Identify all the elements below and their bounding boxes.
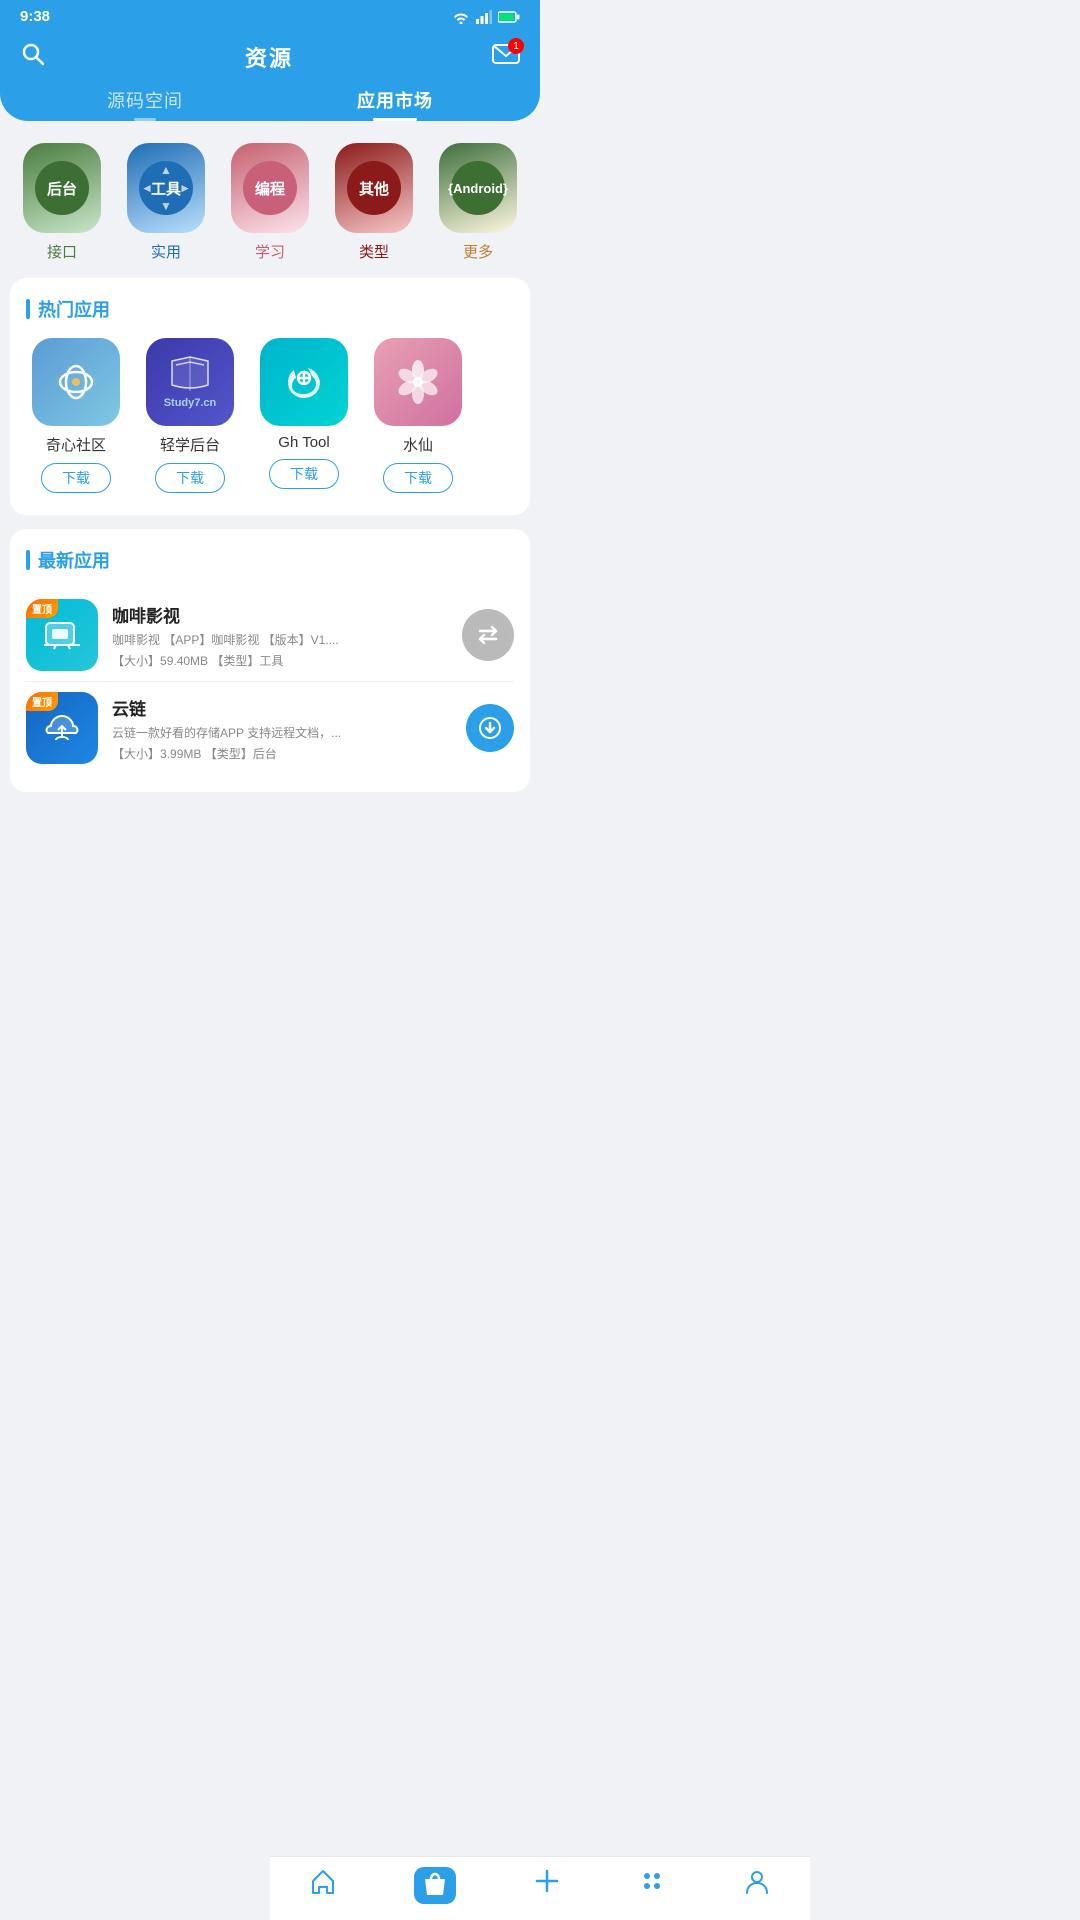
- nav-home[interactable]: [309, 1867, 337, 1904]
- categories-section: 后台 接口 工具 ▲ ▼ ◄ ► 实用 编程: [0, 121, 540, 278]
- app-name-narcissus: 水仙: [403, 434, 433, 455]
- nav-user[interactable]: [743, 1867, 771, 1904]
- top-badge-yunlian: 置顶: [26, 692, 58, 711]
- category-label-prog: 学习: [255, 241, 285, 262]
- download-qixin[interactable]: 下载: [41, 463, 111, 493]
- latest-app-info-kafei: 咖啡影视 咖啡影视 【APP】咖啡影视 【版本】V1.... 【大小】59.40…: [112, 602, 448, 669]
- mail-button[interactable]: 1: [492, 42, 520, 72]
- latest-app-kafei[interactable]: 置顶 咖啡影视 咖啡影视 【APP】咖啡影视 【版本】V1.... 【大小】59…: [26, 589, 514, 682]
- category-other[interactable]: 其他 类型: [329, 143, 419, 262]
- signal-icon: [476, 10, 492, 24]
- latest-app-icon-kafei: 置顶: [26, 599, 98, 671]
- latest-app-desc-yunlian: 云链一款好看的存储APP 支持远程文档，...: [112, 724, 372, 741]
- category-label-more: 更多: [463, 241, 493, 262]
- app-name-study7: 轻学后台: [160, 434, 220, 455]
- latest-app-desc-kafei: 咖啡影视 【APP】咖啡影视 【版本】V1....: [112, 631, 372, 648]
- hot-app-gh-tool[interactable]: Gh Tool 下载: [254, 338, 354, 493]
- nav-apps[interactable]: [638, 1867, 666, 1904]
- title-bar-decoration-2: [26, 550, 30, 570]
- app-icon-qixin: [32, 338, 120, 426]
- app-name-gh-tool: Gh Tool: [278, 434, 329, 451]
- page-title: 资源: [245, 41, 293, 73]
- header: 资源 1 源码空间 应用市场: [0, 31, 540, 121]
- latest-app-meta-kafei: 【大小】59.40MB 【类型】工具: [112, 652, 448, 669]
- tab-source[interactable]: 源码空间: [107, 87, 183, 121]
- hot-app-study7[interactable]: Study7.cn 轻学后台 下载: [140, 338, 240, 493]
- search-button[interactable]: [20, 41, 46, 73]
- mail-badge: 1: [508, 38, 524, 54]
- battery-icon: [498, 11, 520, 23]
- nav-bag[interactable]: [414, 1867, 456, 1904]
- download-study7[interactable]: 下载: [155, 463, 225, 493]
- status-bar: 9:38: [0, 0, 540, 31]
- app-icon-study7: Study7.cn: [146, 338, 234, 426]
- category-label-other: 类型: [359, 241, 389, 262]
- app-icon-gh-tool: [260, 338, 348, 426]
- hot-apps-list: 奇心社区 下载 Study7.cn 轻学后台 下载: [26, 338, 514, 497]
- hot-app-qixin[interactable]: 奇心社区 下载: [26, 338, 126, 493]
- latest-app-info-yunlian: 云链 云链一款好看的存储APP 支持远程文档，... 【大小】3.99MB 【类…: [112, 695, 452, 762]
- latest-apps-section: 最新应用 置顶 咖啡影视 咖啡影视 【APP】咖啡影视 【版本】V1.... 【…: [10, 529, 530, 792]
- header-top: 资源 1: [20, 41, 520, 87]
- latest-app-yunlian[interactable]: 置顶 云链 云链一款好看的存储APP 支持远程文档，... 【大小】3.99MB…: [26, 682, 514, 774]
- category-backend[interactable]: 后台 接口: [17, 143, 107, 262]
- status-time: 9:38: [20, 8, 50, 25]
- top-badge-kafei: 置顶: [26, 599, 58, 618]
- latest-app-icon-yunlian: 置顶: [26, 692, 98, 764]
- category-label-backend: 接口: [47, 241, 77, 262]
- download-button-yunlian[interactable]: [466, 704, 514, 752]
- download-gh-tool[interactable]: 下载: [269, 459, 339, 489]
- latest-app-name-kafei: 咖啡影视: [112, 602, 448, 627]
- hot-apps-section: 热门应用 奇心社区 下载: [10, 278, 530, 515]
- exchange-button-kafei[interactable]: [462, 609, 514, 661]
- hot-apps-title: 热门应用: [26, 296, 514, 322]
- category-programming[interactable]: 编程 学习: [225, 143, 315, 262]
- latest-app-name-yunlian: 云链: [112, 695, 452, 720]
- app-name-qixin: 奇心社区: [46, 434, 106, 455]
- download-narcissus[interactable]: 下载: [383, 463, 453, 493]
- wifi-icon: [452, 10, 470, 24]
- latest-app-meta-yunlian: 【大小】3.99MB 【类型】后台: [112, 745, 452, 762]
- category-label-tool: 实用: [151, 241, 181, 262]
- status-icons: [452, 10, 520, 24]
- nav-add[interactable]: [533, 1867, 561, 1904]
- app-icon-narcissus: [374, 338, 462, 426]
- category-more[interactable]: {Android} 更多: [433, 143, 523, 262]
- latest-apps-title: 最新应用: [26, 547, 514, 573]
- tab-bar: 源码空间 应用市场: [20, 87, 520, 121]
- tab-market[interactable]: 应用市场: [357, 87, 433, 121]
- title-bar-decoration: [26, 299, 30, 319]
- category-tool[interactable]: 工具 ▲ ▼ ◄ ► 实用: [121, 143, 211, 262]
- hot-app-narcissus[interactable]: 水仙 下载: [368, 338, 468, 493]
- bottom-navigation: [270, 1856, 810, 1920]
